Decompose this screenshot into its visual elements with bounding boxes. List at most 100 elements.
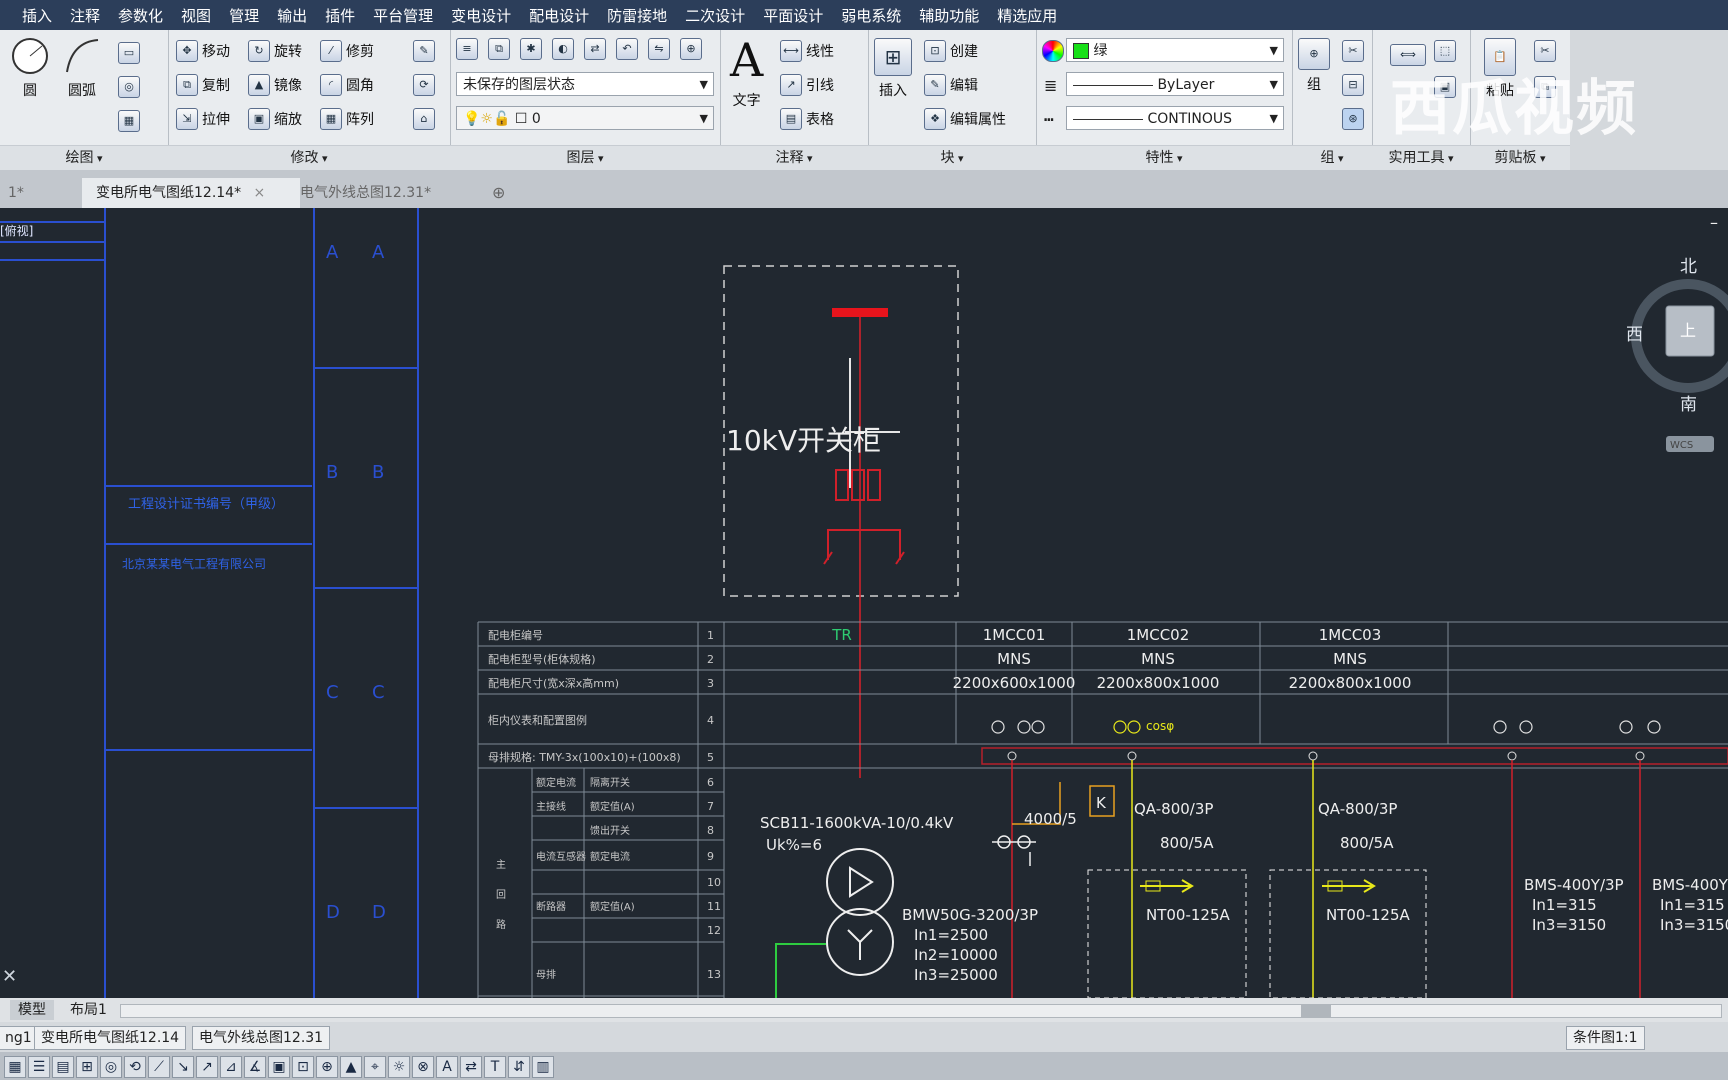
status-tab-substation[interactable]: 变电所电气图纸12.14 xyxy=(34,1026,187,1050)
cut-icon[interactable]: ✂ xyxy=(1534,40,1556,62)
menu-item[interactable]: 管理 xyxy=(229,5,259,26)
tab-model[interactable]: 模型 xyxy=(10,1000,54,1020)
color-select[interactable]: 绿 ▼ xyxy=(1066,38,1284,62)
panel-title-block[interactable]: 块 xyxy=(868,145,1036,170)
join-icon[interactable]: ⟳ xyxy=(413,74,435,96)
status-toggle-icon[interactable]: ⊿ xyxy=(220,1056,242,1078)
ellipse-icon[interactable]: ◎ xyxy=(118,76,140,98)
menu-item[interactable]: 弱电系统 xyxy=(841,5,901,26)
ucs-close-icon[interactable]: ✕ xyxy=(2,966,17,987)
linear-dim-button[interactable]: ⟷ 线性 xyxy=(780,40,834,62)
tab-layout1[interactable]: 布局1 xyxy=(62,1000,115,1020)
status-toggle-icon[interactable]: ↘ xyxy=(172,1056,194,1078)
status-toggle-icon[interactable]: ⇄ xyxy=(460,1056,482,1078)
layer-walk-icon[interactable]: ⇋ xyxy=(648,38,670,60)
layer-merge-icon[interactable]: ⊕ xyxy=(680,38,702,60)
status-toggle-icon[interactable]: ⊞ xyxy=(76,1056,98,1078)
panel-title-annotation[interactable]: 注释 xyxy=(720,145,868,170)
status-toggle-icon[interactable]: ▤ xyxy=(52,1056,74,1078)
status-toggle-icon[interactable]: ⌖ xyxy=(364,1056,386,1078)
status-toggle-icon[interactable]: ◎ xyxy=(100,1056,122,1078)
status-toggle-icon[interactable]: ▲ xyxy=(340,1056,362,1078)
layer-properties-icon[interactable]: ≡ xyxy=(456,38,478,60)
circle-tool[interactable]: 圆 xyxy=(10,36,50,100)
status-toggle-icon[interactable]: ∡ xyxy=(244,1056,266,1078)
menu-item[interactable]: 变电设计 xyxy=(451,5,511,26)
stretch-button[interactable]: ⇲ 拉伸 xyxy=(176,108,230,130)
status-toggle-icon[interactable]: ⟲ xyxy=(124,1056,146,1078)
rectangle-icon[interactable]: ▭ xyxy=(118,42,140,64)
horizontal-scrollbar[interactable] xyxy=(120,1004,1722,1018)
menu-item[interactable]: 二次设计 xyxy=(685,5,745,26)
status-toggle-icon[interactable]: ▥ xyxy=(532,1056,554,1078)
group-edit-icon[interactable]: ⊟ xyxy=(1342,74,1364,96)
table-button[interactable]: ▤ 表格 xyxy=(780,108,834,130)
status-toggle-icon[interactable]: ⊕ xyxy=(316,1056,338,1078)
drawing-canvas[interactable]: A A B B C C D D [俯视] 工程设计证书编号（甲级） 北京某某电气工程有限… xyxy=(0,208,1728,998)
array-button[interactable]: ▦ 阵列 xyxy=(320,108,374,130)
layer-match-icon[interactable]: ⇄ xyxy=(584,38,606,60)
quick-select-icon[interactable]: ⬚ xyxy=(1434,40,1456,62)
close-icon[interactable]: × xyxy=(254,185,266,201)
status-tab-1[interactable]: ng1 xyxy=(0,1026,39,1050)
menu-item[interactable]: 平台管理 xyxy=(373,5,433,26)
linetype-select[interactable]: CONTINOUS ▼ xyxy=(1066,106,1284,130)
menu-item[interactable]: 辅助功能 xyxy=(919,5,979,26)
status-toggle-icon[interactable]: ⟋ xyxy=(148,1056,170,1078)
layer-freeze-icon[interactable]: ✱ xyxy=(520,38,542,60)
create-block-button[interactable]: ⊡ 创建 xyxy=(924,40,978,62)
mirror-button[interactable]: ▲ 镜像 xyxy=(248,74,302,96)
view-label[interactable]: [俯视] xyxy=(0,223,33,238)
copy-button[interactable]: ⧉ 复制 xyxy=(176,74,230,96)
move-button[interactable]: ✥ 移动 xyxy=(176,40,230,62)
layer-state-select[interactable]: 未保存的图层状态 ▼ xyxy=(456,72,714,96)
menu-item[interactable]: 精选应用 xyxy=(997,5,1057,26)
panel-title-modify[interactable]: 修改 xyxy=(168,145,450,170)
status-toggle-icon[interactable]: ⇵ xyxy=(508,1056,530,1078)
panel-title-properties[interactable]: 特性 xyxy=(1036,145,1292,170)
leader-button[interactable]: ↗ 引线 xyxy=(780,74,834,96)
new-tab-button[interactable]: ⊕ xyxy=(478,178,519,208)
viewcube-top[interactable]: 上 xyxy=(1680,321,1696,340)
status-toggle-icon[interactable]: ▣ xyxy=(268,1056,290,1078)
erase-icon[interactable]: ✎ xyxy=(413,40,435,62)
menu-item[interactable]: 注释 xyxy=(70,5,100,26)
status-toggle-icon[interactable]: ☼ xyxy=(388,1056,410,1078)
group-tool[interactable]: ⊕ 组 xyxy=(1298,38,1330,94)
layer-off-icon[interactable]: ◐ xyxy=(552,38,574,60)
scrollbar-thumb[interactable] xyxy=(1301,1005,1331,1017)
menu-item[interactable]: 防雷接地 xyxy=(607,5,667,26)
panel-title-clipboard[interactable]: 剪贴板 xyxy=(1470,145,1570,170)
menu-item[interactable]: 参数化 xyxy=(118,5,163,26)
panel-title-layer[interactable]: 图层 xyxy=(450,145,720,170)
viewcube-north[interactable]: 北 xyxy=(1680,257,1697,277)
insert-block-tool[interactable]: ⊞ 插入 xyxy=(874,38,912,100)
panel-title-utilities[interactable]: 实用工具 xyxy=(1372,145,1470,170)
viewcube[interactable] xyxy=(1631,279,1728,452)
status-toggle-icon[interactable]: ▦ xyxy=(4,1056,26,1078)
layer-current-select[interactable]: 💡☼🔓 ☐ 0 ▼ xyxy=(456,106,714,130)
rotate-button[interactable]: ↻ 旋转 xyxy=(248,40,302,62)
status-toggle-icon[interactable]: T xyxy=(484,1056,506,1078)
arc-tool[interactable]: 圆弧 xyxy=(62,36,102,100)
offset-icon[interactable]: ⌂ xyxy=(413,108,435,130)
scale-button[interactable]: ▣ 缩放 xyxy=(248,108,302,130)
menu-item[interactable]: 配电设计 xyxy=(529,5,589,26)
scale-status[interactable]: 条件图1:1 xyxy=(1566,1026,1645,1050)
status-toggle-icon[interactable]: ↗ xyxy=(196,1056,218,1078)
wcs-label[interactable]: WCS xyxy=(1670,440,1693,451)
viewcube-south[interactable]: 南 xyxy=(1680,395,1697,415)
ungroup-icon[interactable]: ✂ xyxy=(1342,40,1364,62)
match-properties-icon[interactable] xyxy=(1042,40,1064,62)
edit-block-button[interactable]: ✎ 编辑 xyxy=(924,74,978,96)
panel-title-draw[interactable]: 绘图 xyxy=(0,145,168,170)
menu-item[interactable]: 插件 xyxy=(325,5,355,26)
tab-external-lines[interactable]: 电气外线总图12.31* xyxy=(286,178,445,208)
trim-button[interactable]: ⁄ 修剪 xyxy=(320,40,374,62)
menu-item[interactable]: 视图 xyxy=(181,5,211,26)
lineweight-select[interactable]: ByLayer ▼ xyxy=(1066,72,1284,96)
layer-iso-icon[interactable]: ⧉ xyxy=(488,38,510,60)
group-select-icon[interactable]: ⊛ xyxy=(1342,108,1364,130)
layer-prev-icon[interactable]: ↶ xyxy=(616,38,638,60)
status-tab-external[interactable]: 电气外线总图12.31 xyxy=(192,1026,331,1050)
